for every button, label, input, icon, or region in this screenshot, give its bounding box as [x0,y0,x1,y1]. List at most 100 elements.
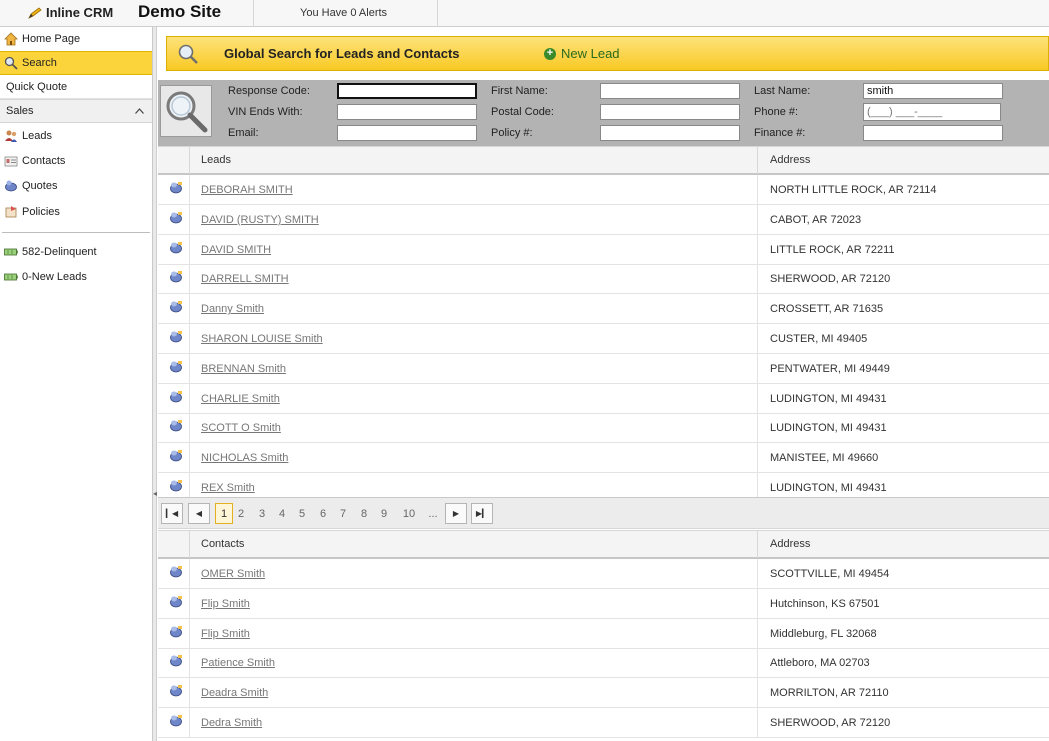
record-address: LUDINGTON, MI 49431 [770,392,887,405]
page-title: Global Search for Leads and Contacts [224,46,460,61]
page-number[interactable]: 6 [317,503,329,524]
record-icon[interactable] [169,625,183,638]
prev-page-button[interactable]: ◀ [188,503,210,524]
response-code-input[interactable] [337,83,477,99]
record-name-link[interactable]: SCOTT O Smith [201,422,281,434]
page-number[interactable]: 7 [337,503,349,524]
record-name-link[interactable]: Deadra Smith [201,687,268,699]
new-lead-button[interactable]: + New Lead [544,46,620,61]
icon-column-header [158,531,190,558]
column-divider[interactable] [757,531,758,558]
chevron-up-icon[interactable] [135,108,144,114]
leads-pager: ▎◀ ◀ 1 2 3 4 5 6 7 8 9 10... ▶ ▶▎ [158,497,1049,529]
page-number[interactable]: 2 [235,503,247,524]
page-number[interactable]: ... [424,503,442,524]
record-icon[interactable] [169,270,183,283]
record-name-link[interactable]: SHARON LOUISE Smith [201,333,323,345]
page-number[interactable]: 5 [296,503,308,524]
record-icon[interactable] [169,449,183,462]
sidebar-item-quotes[interactable]: Quotes [0,174,152,198]
record-icon[interactable] [169,241,183,254]
sidebar-item-quick-quote[interactable]: Quick Quote [0,75,152,99]
sidebar-item-search[interactable]: Search [0,51,152,75]
response-code-label: Response Code: [228,85,310,97]
record-name-link[interactable]: OMER Smith [201,568,265,580]
record-name-link[interactable]: Patience Smith [201,657,275,669]
sidebar-divider [2,232,150,233]
record-name-link[interactable]: DAVID (RUSTY) SMITH [201,214,319,226]
sidebar-item-new-leads[interactable]: 0-New Leads [0,265,152,289]
record-icon[interactable] [169,390,183,403]
last-name-label: Last Name: [754,85,811,97]
first-name-input[interactable] [600,83,740,99]
address-card-icon [4,156,18,167]
page-number[interactable]: 3 [256,503,268,524]
record-icon[interactable] [169,300,183,313]
record-icon[interactable] [169,565,183,578]
last-page-button[interactable]: ▶▎ [471,503,493,524]
column-divider [757,618,758,648]
page-number[interactable]: 1 [215,503,233,524]
address-column-header[interactable]: Address [770,154,810,166]
vin-input[interactable] [337,104,477,120]
page-number[interactable]: 4 [276,503,288,524]
email-input[interactable] [337,125,477,141]
search-form-icon[interactable] [160,85,212,137]
record-icon[interactable] [169,419,183,432]
next-page-button[interactable]: ▶ [445,503,467,524]
table-row: Flip Smith Hutchinson, KS 67501 [158,588,1049,619]
record-name-link[interactable]: DEBORAH SMITH [201,184,293,196]
leads-column-header[interactable]: Leads [201,154,231,166]
collapse-arrow-icon[interactable]: ◂ [153,489,157,498]
record-icon[interactable] [169,211,183,224]
record-name-link[interactable]: BRENNAN Smith [201,363,286,375]
record-icon[interactable] [169,330,183,343]
row-icon-cell [158,383,190,413]
page-number[interactable]: 8 [358,503,370,524]
address-column-header[interactable]: Address [770,538,810,550]
table-row: DARRELL SMITH SHERWOOD, AR 72120 [158,264,1049,295]
finance-input[interactable] [863,125,1003,141]
sidebar-item-label: Search [22,57,57,69]
contacts-column-header[interactable]: Contacts [201,538,244,550]
record-name-link[interactable]: DAVID SMITH [201,244,271,256]
record-name-link[interactable]: CHARLIE Smith [201,393,280,405]
record-icon[interactable] [169,714,183,727]
record-icon[interactable] [169,181,183,194]
record-icon[interactable] [169,360,183,373]
policy-input[interactable] [600,125,740,141]
row-icon-cell [158,708,190,737]
leads-grid: Leads Address DEBORAH SMITH NORTH LITTLE … [158,146,1049,503]
record-name-link[interactable]: REX Smith [201,482,255,494]
page-number[interactable]: 9 [378,503,390,524]
sidebar-item-policies[interactable]: Policies [0,200,152,224]
record-icon[interactable] [169,479,183,492]
column-divider[interactable] [757,147,758,174]
sidebar-item-leads[interactable]: Leads [0,124,152,148]
battery-status-icon [4,273,18,281]
record-name-link[interactable]: DARRELL SMITH [201,273,289,285]
first-page-button[interactable]: ▎◀ [161,503,183,524]
record-address: CUSTER, MI 49405 [770,333,868,345]
brand[interactable]: Inline CRM [28,5,113,20]
alerts-status[interactable]: You Have 0 Alerts [300,7,387,19]
sidebar-splitter[interactable]: ◂ [153,27,157,741]
last-name-input[interactable] [863,83,1003,99]
sidebar-item-home[interactable]: Home Page [0,27,152,51]
record-icon[interactable] [169,684,183,697]
sidebar-group-sales[interactable]: Sales [0,99,152,123]
record-name-link[interactable]: Flip Smith [201,628,250,640]
record-name-link[interactable]: NICHOLAS Smith [201,452,288,464]
table-row: CHARLIE Smith LUDINGTON, MI 49431 [158,383,1049,414]
page-number[interactable]: 10 [400,503,418,524]
row-icon-cell [158,618,190,648]
sidebar-item-delinquent[interactable]: 582-Delinquent [0,240,152,264]
phone-input[interactable] [863,103,1001,121]
record-name-link[interactable]: Flip Smith [201,598,250,610]
record-name-link[interactable]: Dedra Smith [201,717,262,729]
postal-code-input[interactable] [600,104,740,120]
sidebar-item-contacts[interactable]: Contacts [0,149,152,173]
record-icon[interactable] [169,654,183,667]
record-icon[interactable] [169,595,183,608]
record-name-link[interactable]: Danny Smith [201,303,264,315]
